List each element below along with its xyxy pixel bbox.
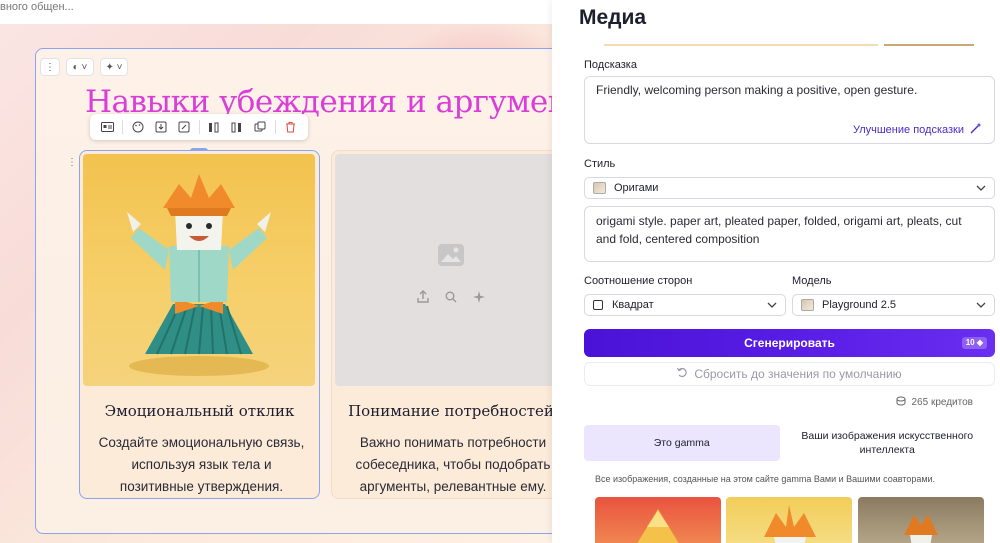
chevron-down-icon [767,300,777,311]
theme-button[interactable]: ◐ ˅ [66,58,94,76]
column-heading[interactable]: Эмоциональный отклик [80,402,319,420]
chevron-down-icon [976,183,986,194]
sparkle-icon[interactable] [473,290,485,306]
column-text[interactable]: Создайте эмоциональную связь, используя … [94,432,309,498]
tab-indicator [604,44,878,46]
aspect-ratio-label: Соотношение сторон [584,275,693,287]
credits-balance: 265 кредитов [896,396,973,409]
square-icon [593,300,603,310]
columns-right-icon[interactable] [226,117,249,137]
gallery-image[interactable] [595,497,721,543]
image-icon [438,244,464,266]
toolbar-divider [122,120,124,134]
model-select[interactable]: Playground 2.5 [792,294,995,316]
toolbar-divider [274,120,276,134]
editor-topbar: вного общен... [0,0,552,24]
image-placeholder[interactable] [335,154,552,386]
style-description-input[interactable]: origami style. paper art, pleated paper,… [584,206,995,262]
style-value: Оригами [614,182,659,194]
trash-icon[interactable] [279,117,302,137]
prompt-input[interactable]: Friendly, welcoming person making a posi… [584,76,995,144]
tab-indicator [884,44,974,46]
tab-gamma[interactable]: Это gamma [584,425,780,461]
generate-label: Сгенерировать [744,336,835,350]
origami-person-image[interactable] [83,154,315,386]
gallery-image[interactable] [726,497,852,543]
pencil-icon[interactable] [172,117,195,137]
image-edit-icon[interactable] [149,117,172,137]
gallery-note: Все изображения, созданные на этом сайте… [595,474,936,484]
improve-prompt-label: Улучшение подсказки [852,123,964,136]
model-thumbnail [801,299,814,311]
column-heading[interactable]: Понимание потребностей [332,402,552,420]
toolbar-divider [198,120,200,134]
reset-label: Сбросить до значения по умолчанию [694,367,902,381]
document-title-crumb[interactable]: вного общен... [0,1,74,13]
prompt-label: Подсказка [584,59,637,71]
tab-ai-images[interactable]: Ваши изображения искусственного интеллек… [780,425,996,461]
upload-icon[interactable] [417,290,429,306]
prompt-value[interactable]: Friendly, welcoming person making a posi… [596,83,917,97]
aspect-ratio-value: Квадрат [612,299,654,311]
style-label: Стиль [584,158,616,170]
media-panel: Медиа Подсказка Friendly, welcoming pers… [552,0,1000,543]
column-text[interactable]: Важно понимать потребности собеседника, … [346,432,552,498]
improve-prompt-button[interactable]: Улучшение подсказки [853,122,982,137]
editor-canvas: вного общен... ⋮ ◐ ˅ ✦ ˅ Навыки убеждени… [0,0,552,543]
undo-icon [677,367,688,381]
coins-icon [896,396,906,409]
content-column[interactable]: Понимание потребностей Важно понимать по… [331,150,552,499]
model-label: Модель [792,275,832,287]
search-icon[interactable] [445,290,457,306]
content-column[interactable]: Эмоциональный отклик Создайте эмоциональ… [79,150,320,499]
style-thumbnail [593,182,606,194]
gallery-image[interactable] [858,497,984,543]
columns-left-icon[interactable] [203,117,226,137]
card-layout-icon[interactable] [96,117,119,137]
panel-title: Медиа [579,6,647,29]
card-tools: ⋮ ◐ ˅ ✦ ˅ [40,58,128,76]
aspect-ratio-select[interactable]: Квадрат [584,294,786,316]
model-value: Playground 2.5 [822,299,896,311]
palette-icon[interactable] [126,117,149,137]
style-select[interactable]: Оригами [584,177,995,199]
credits-value: 265 кредитов [911,397,973,408]
block-drag-handle[interactable]: ⋮ [67,156,77,170]
layout-toolbar [90,114,308,140]
magic-wand-icon [970,122,982,137]
image-source-tabs: Это gamma Ваши изображения искусственног… [584,425,995,461]
generate-button[interactable]: Сгенерировать 10 ◈ [584,329,995,357]
reset-defaults-button[interactable]: Сбросить до значения по умолчанию [584,362,995,386]
credit-cost-badge: 10 ◈ [961,337,987,349]
chevron-down-icon [976,300,986,311]
card-menu-button[interactable]: ⋮ [40,58,60,76]
duplicate-icon[interactable] [249,117,272,137]
ai-edit-button[interactable]: ✦ ˅ [100,58,128,76]
placeholder-actions [417,290,485,306]
